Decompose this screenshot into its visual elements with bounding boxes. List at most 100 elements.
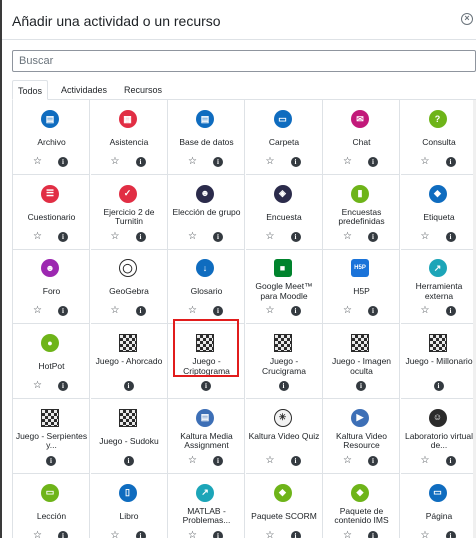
activity-card[interactable]: ✳ Kaltura Video Quiz ☆ i: [245, 398, 323, 474]
info-icon[interactable]: i: [58, 381, 68, 392]
star-icon[interactable]: ☆: [111, 305, 120, 317]
star-icon[interactable]: ☆: [421, 530, 430, 538]
info-icon[interactable]: i: [135, 231, 146, 242]
star-icon[interactable]: ☆: [421, 455, 430, 467]
activity-card[interactable]: Juego - Imagen oculta i: [323, 324, 400, 400]
info-icon[interactable]: i: [445, 306, 456, 317]
info-icon[interactable]: i: [368, 306, 378, 317]
info-icon[interactable]: i: [445, 455, 456, 466]
activity-card[interactable]: ☺ Laboratorio virtual de... ☆ i: [400, 399, 476, 474]
activity-card[interactable]: ☰ Cuestionario ☆ i: [13, 174, 90, 250]
close-icon[interactable]: ×: [461, 13, 473, 25]
star-icon[interactable]: ☆: [33, 305, 42, 317]
info-icon[interactable]: i: [213, 231, 223, 242]
star-icon[interactable]: ☆: [188, 156, 197, 168]
activity-card[interactable]: ↗ Herramienta externa ☆ i: [400, 249, 476, 325]
info-icon[interactable]: i: [213, 157, 223, 167]
info-icon[interactable]: i: [368, 530, 378, 538]
activity-card[interactable]: ◆ Etiqueta ☆ i: [400, 175, 476, 250]
star-icon[interactable]: ☆: [111, 156, 120, 168]
star-icon[interactable]: ☆: [421, 305, 430, 317]
tab-actividades[interactable]: Actividades: [54, 80, 114, 100]
info-icon[interactable]: i: [135, 306, 146, 317]
star-icon[interactable]: ☆: [33, 380, 42, 392]
star-icon[interactable]: ☆: [343, 231, 352, 243]
activity-card[interactable]: Juego - Crucigrama i: [245, 324, 323, 400]
activity-card[interactable]: ▮ Encuestas predefinidas ☆ i: [323, 174, 400, 250]
info-icon[interactable]: i: [278, 381, 289, 392]
star-icon[interactable]: ☆: [111, 530, 120, 538]
info-icon[interactable]: i: [135, 157, 146, 167]
info-icon[interactable]: i: [58, 530, 68, 538]
info-icon[interactable]: i: [213, 530, 223, 538]
info-icon[interactable]: i: [290, 306, 301, 317]
info-icon[interactable]: i: [445, 157, 456, 167]
activity-card[interactable]: ◆ Paquete de contenido IMS ☆ i: [323, 473, 400, 538]
activity-card[interactable]: ◆ Paquete SCORM ☆ i: [246, 473, 323, 538]
star-icon[interactable]: ☆: [421, 231, 430, 243]
star-icon[interactable]: ☆: [343, 156, 352, 168]
star-icon[interactable]: ☆: [343, 455, 352, 467]
info-icon[interactable]: i: [135, 530, 146, 538]
search-box[interactable]: [12, 50, 476, 72]
info-icon[interactable]: i: [290, 455, 301, 466]
activity-card[interactable]: ↗ MATLAB - Problemas... ☆ i: [168, 473, 245, 538]
star-icon[interactable]: ☆: [343, 305, 352, 317]
activity-card[interactable]: ▤ Base de datos ☆ i: [168, 100, 245, 175]
info-icon[interactable]: i: [433, 381, 444, 392]
info-icon[interactable]: i: [123, 381, 134, 392]
activity-card[interactable]: ☻ Elección de grupo ☆ i: [168, 174, 245, 250]
info-icon[interactable]: i: [58, 231, 68, 242]
star-icon[interactable]: ☆: [188, 231, 197, 243]
star-icon[interactable]: ☆: [33, 530, 42, 538]
info-icon[interactable]: i: [368, 157, 378, 167]
activity-card[interactable]: Juego - Millonario i: [400, 324, 476, 400]
info-icon[interactable]: i: [445, 530, 456, 538]
info-icon[interactable]: i: [58, 306, 68, 317]
activity-card[interactable]: ◯ GeoGebra ☆ i: [90, 249, 168, 325]
activity-card[interactable]: ▤ Kaltura Media Assignment ☆ i: [168, 398, 245, 474]
info-icon[interactable]: i: [213, 306, 223, 317]
info-icon[interactable]: i: [213, 455, 223, 466]
activity-card[interactable]: ↓ Glosario ☆ i: [168, 249, 245, 325]
activity-card[interactable]: Juego - Serpientes y... i: [13, 398, 90, 474]
star-icon[interactable]: ☆: [266, 231, 275, 243]
star-icon[interactable]: ☆: [188, 305, 197, 317]
info-icon[interactable]: i: [123, 455, 134, 466]
info-icon[interactable]: i: [290, 157, 301, 167]
activity-card[interactable]: ▦ Asistencia ☆ i: [90, 100, 168, 175]
activity-card[interactable]: ✓ Ejercicio 2 de Turnitin ☆ i: [90, 174, 168, 250]
tab-todos[interactable]: Todos: [12, 80, 48, 100]
activity-card[interactable]: Juego - Sudoku i: [90, 398, 168, 474]
star-icon[interactable]: ☆: [111, 231, 120, 243]
star-icon[interactable]: ☆: [188, 530, 197, 538]
star-icon[interactable]: ☆: [266, 455, 275, 467]
activity-card[interactable]: Juego - Ahorcado i: [90, 324, 168, 400]
star-icon[interactable]: ☆: [421, 156, 430, 168]
star-icon[interactable]: ☆: [266, 305, 275, 317]
info-icon[interactable]: i: [368, 455, 378, 466]
activity-card[interactable]: ▭ Lección ☆ i: [13, 473, 90, 538]
star-icon[interactable]: ☆: [266, 156, 275, 168]
info-icon[interactable]: i: [445, 231, 456, 242]
star-icon[interactable]: ☆: [266, 530, 275, 538]
activity-card[interactable]: ? Consulta ☆ i: [400, 100, 476, 175]
activity-card[interactable]: ▶ Kaltura Video Resource ☆ i: [323, 398, 400, 474]
info-icon[interactable]: i: [356, 381, 366, 392]
activity-card[interactable]: ● HotPot ☆ i: [13, 324, 90, 400]
tab-recursos[interactable]: Recursos: [118, 80, 168, 100]
info-icon[interactable]: i: [290, 231, 301, 242]
star-icon[interactable]: ☆: [33, 231, 42, 243]
search-input[interactable]: [13, 51, 475, 71]
activity-card[interactable]: ▤ Archivo ☆ i: [13, 100, 90, 175]
star-icon[interactable]: ☆: [188, 455, 197, 467]
info-icon[interactable]: i: [58, 157, 68, 167]
star-icon[interactable]: ☆: [343, 530, 352, 538]
activity-card[interactable]: ▭ Página ☆ i: [401, 474, 476, 538]
activity-card[interactable]: ✉ Chat ☆ i: [323, 100, 400, 175]
info-icon[interactable]: i: [46, 455, 56, 466]
activity-card[interactable]: ▭ Carpeta ☆ i: [245, 100, 323, 175]
star-icon[interactable]: ☆: [33, 156, 42, 168]
activity-card[interactable]: ◈ Encuesta ☆ i: [245, 174, 323, 250]
activity-card[interactable]: ▯ Libro ☆ i: [91, 473, 168, 538]
